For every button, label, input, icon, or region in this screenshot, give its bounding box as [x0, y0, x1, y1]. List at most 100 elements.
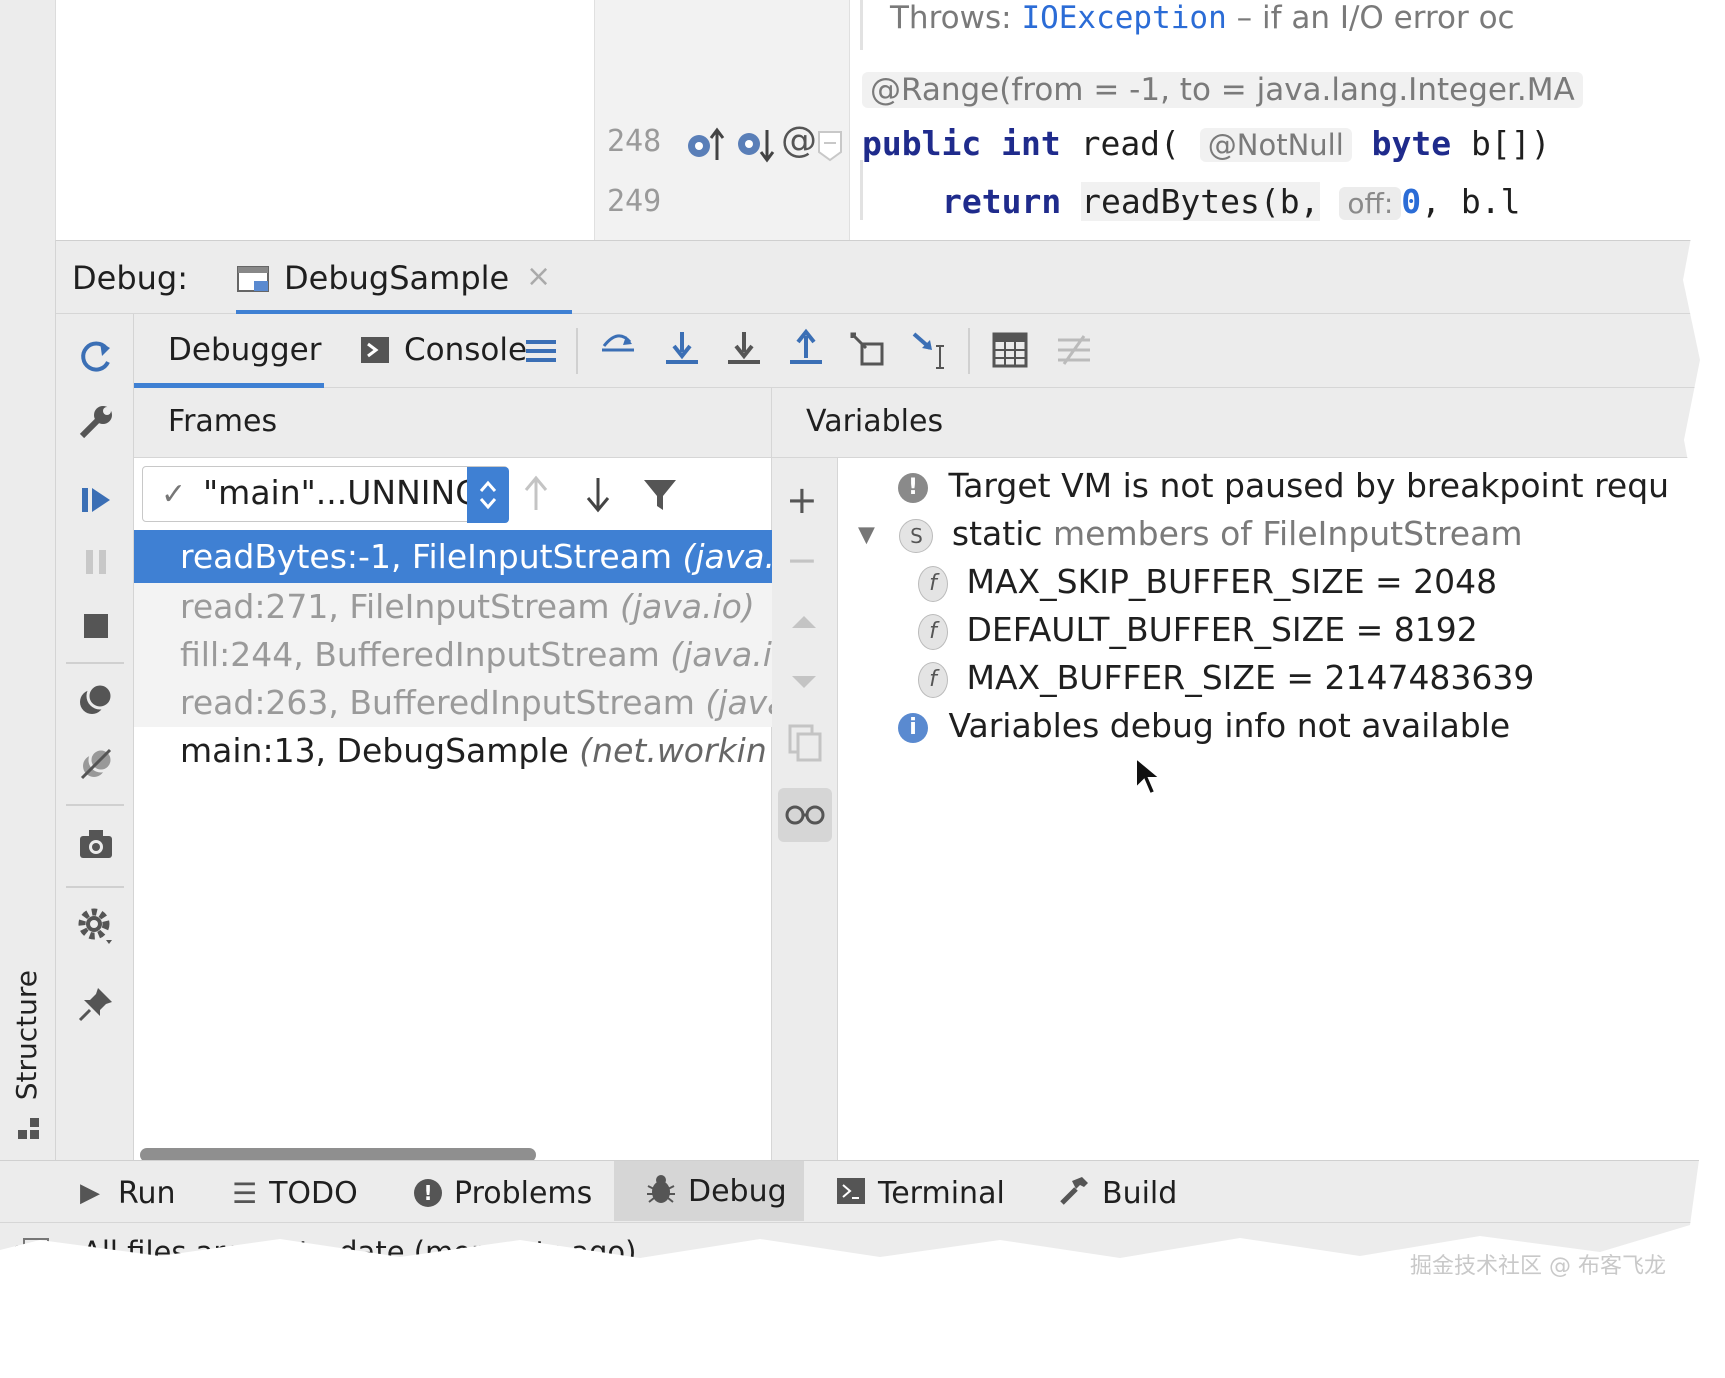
- tree-item-static-members[interactable]: ▼ S static members of FileInputStream: [858, 508, 1522, 562]
- range-annotation: @Range(from = -1, to = java.lang.Integer…: [862, 72, 1583, 108]
- bookmark-fold-icon[interactable]: [817, 130, 843, 166]
- javadoc-throws: Throws: IOException – if an I/O error oc: [890, 0, 1515, 36]
- parameter-hint: off:: [1339, 187, 1402, 220]
- camera-icon[interactable]: [76, 824, 116, 864]
- remove-watch-icon[interactable]: −: [786, 538, 818, 582]
- debug-window-header: Debug: DebugSample ×: [56, 240, 1700, 315]
- debugger-tabs-toolbar: Debugger Console: [134, 314, 1700, 388]
- variables-title: Variables: [806, 404, 944, 439]
- drop-frame-icon[interactable]: [848, 328, 888, 376]
- tab-debugger-label: Debugger: [168, 332, 322, 368]
- static-badge-icon: S: [899, 518, 934, 553]
- tool-tab-todo-label: TODO: [269, 1175, 358, 1211]
- mute-breakpoints-icon[interactable]: [76, 744, 116, 784]
- step-into-icon[interactable]: [724, 328, 764, 376]
- expand-triangle-icon[interactable]: ▼: [858, 523, 875, 548]
- tool-tab-run-label: Run: [118, 1175, 176, 1211]
- structure-icon: [16, 1116, 42, 1146]
- tree-item-field[interactable]: f MAX_SKIP_BUFFER_SIZE = 2048: [860, 556, 1497, 608]
- debug-label: Debug:: [72, 259, 189, 297]
- warning-icon: !: [898, 472, 928, 503]
- overrides-up-icon[interactable]: [685, 126, 729, 168]
- frame-row[interactable]: read:271, FileInputStream (java.io): [134, 583, 818, 631]
- add-watch-icon[interactable]: +: [786, 478, 818, 522]
- frames-panel: ✓ "main"...UNNING readBytes:-1, FileInpu…: [134, 458, 818, 1170]
- tool-tab-build[interactable]: Build: [1058, 1171, 1177, 1215]
- layout-menu-icon[interactable]: [524, 334, 558, 372]
- tool-tab-build-label: Build: [1102, 1175, 1178, 1211]
- thread-selector[interactable]: ✓ "main"...UNNING: [142, 466, 509, 523]
- field-icon: f: [918, 613, 948, 650]
- toggle-tool-windows-icon[interactable]: [22, 1237, 52, 1258]
- next-frame-icon[interactable]: [582, 474, 614, 518]
- code-editor[interactable]: Throws: IOException – if an I/O error oc…: [850, 0, 1700, 240]
- info-icon: i: [898, 712, 928, 743]
- debug-session-tab[interactable]: DebugSample ×: [236, 249, 572, 315]
- favorites-star-icon: ★: [13, 1340, 42, 1378]
- view-breakpoints-icon[interactable]: [76, 680, 116, 720]
- frame-row[interactable]: main:13, DebugSample (net.workin: [134, 727, 818, 775]
- show-execution-point-icon[interactable]: [598, 328, 638, 376]
- debug-side-toolbar: [56, 314, 134, 1170]
- tool-tab-problems-label: Problems: [454, 1175, 593, 1211]
- tool-tab-terminal[interactable]: Terminal: [836, 1171, 1005, 1215]
- close-icon[interactable]: ×: [526, 259, 551, 294]
- editor-gutter: 248 249 @: [594, 0, 850, 240]
- left-tool-strip: Structure Favorites ★: [0, 240, 56, 1258]
- terminal-icon: [836, 1177, 866, 1209]
- run-to-cursor-icon[interactable]: [910, 328, 950, 376]
- editor-left-strip: [0, 0, 56, 240]
- variables-tree[interactable]: ! Target VM is not paused by breakpoint …: [838, 458, 1700, 1170]
- variables-side-toolbar: + −: [772, 458, 838, 1170]
- tree-item-field[interactable]: f MAX_BUFFER_SIZE = 2147483639: [860, 652, 1534, 704]
- pin-icon[interactable]: [76, 984, 116, 1024]
- structure-tool-tab[interactable]: Structure: [10, 970, 43, 1100]
- bug-icon: [644, 1172, 678, 1210]
- gear-icon[interactable]: [74, 904, 118, 948]
- javadoc-exception-link[interactable]: IOException: [1021, 0, 1226, 36]
- return-statement: return readBytes(b, off: 0, b.l: [942, 182, 1521, 221]
- tree-item-warning: ! Target VM is not paused by breakpoint …: [898, 460, 1669, 512]
- editor-blank-area: [56, 0, 594, 240]
- frame-row[interactable]: fill:244, BufferedInputStream (java.i: [134, 631, 818, 679]
- step-over-icon[interactable]: [662, 328, 702, 376]
- trace-current-stream-icon[interactable]: [1054, 330, 1094, 374]
- settings-wrench-icon[interactable]: [76, 402, 116, 442]
- mouse-cursor-icon: [1134, 755, 1164, 800]
- stop-icon[interactable]: [76, 606, 116, 646]
- resume-icon[interactable]: [76, 480, 116, 520]
- session-tab-label: DebugSample: [284, 259, 510, 297]
- evaluate-expression-icon[interactable]: [990, 330, 1030, 374]
- tree-item-info: i Variables debug info not available: [898, 700, 1510, 752]
- frames-title: Frames: [168, 404, 278, 439]
- pause-icon[interactable]: [76, 542, 116, 582]
- status-text: All files are up-to-date (moments ago): [82, 1235, 637, 1269]
- tab-debugger[interactable]: Debugger: [134, 314, 324, 388]
- implemented-down-icon[interactable]: [735, 126, 779, 168]
- rerun-icon[interactable]: [76, 336, 116, 376]
- filter-icon[interactable]: [642, 474, 678, 518]
- previous-frame-icon[interactable]: [520, 474, 552, 518]
- copy-icon[interactable]: [788, 724, 822, 766]
- variables-panel-header: Variables: [772, 388, 1700, 458]
- move-up-icon[interactable]: [788, 612, 820, 636]
- tool-tab-terminal-label: Terminal: [878, 1175, 1005, 1211]
- frame-row[interactable]: readBytes:-1, FileInputStream (java.: [134, 530, 818, 583]
- step-out-icon[interactable]: [786, 328, 826, 376]
- tree-item-field[interactable]: f DEFAULT_BUFFER_SIZE = 8192: [860, 604, 1478, 656]
- line-number-248: 248: [607, 124, 662, 159]
- check-icon: ✓: [161, 477, 187, 512]
- session-window-icon: [236, 263, 272, 299]
- tool-tab-run[interactable]: ▶ Run: [80, 1171, 176, 1215]
- chevron-updown-icon[interactable]: [467, 467, 509, 523]
- show-watches-icon[interactable]: [778, 788, 832, 842]
- tool-tab-debug[interactable]: Debug: [614, 1161, 804, 1221]
- move-down-icon[interactable]: [788, 672, 820, 696]
- frame-row[interactable]: read:263, BufferedInputStream (java: [134, 679, 818, 727]
- tab-console[interactable]: Console: [360, 314, 530, 388]
- tool-tab-todo[interactable]: ☰ TODO: [232, 1171, 358, 1215]
- annotation-at-icon[interactable]: @: [781, 120, 817, 161]
- tab-console-label: Console: [404, 332, 528, 368]
- tool-tab-problems[interactable]: ! Problems: [414, 1171, 592, 1215]
- console-icon: [360, 336, 390, 368]
